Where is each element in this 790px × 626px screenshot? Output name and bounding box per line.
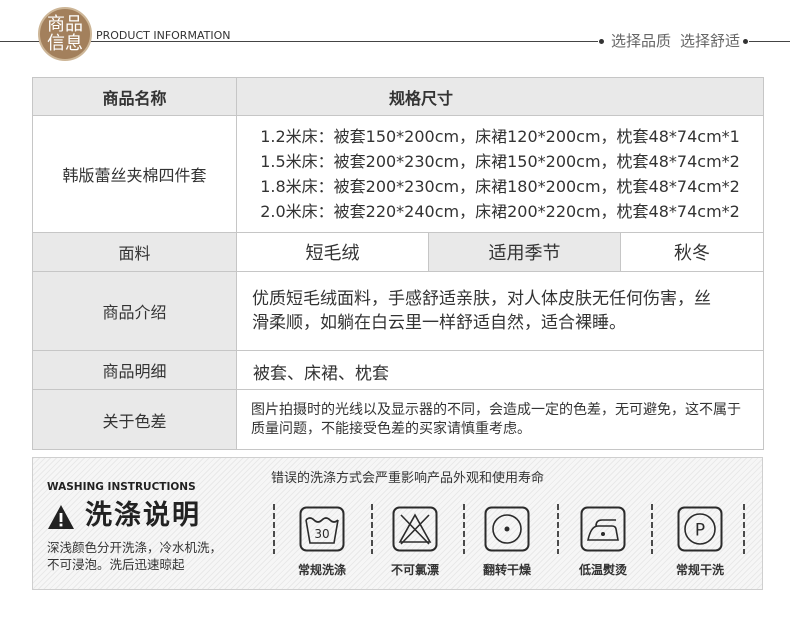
- symbol-divider: [557, 504, 559, 554]
- iron-low-temp-icon: [580, 506, 626, 552]
- washing-caution: 错误的洗涤方式会严重影响产品外观和使用寿命: [271, 471, 545, 486]
- tumble-dry-icon: [484, 506, 530, 552]
- intro-text: 优质短毛绒面料，手感舒适亲肤，对人体皮肤无任何伤害，丝滑柔顺，如躺在白云里一样舒…: [252, 289, 711, 333]
- dry-clean-letter: P: [695, 521, 705, 541]
- header-rule-right: [749, 41, 790, 42]
- dry-clean-icon: P: [677, 506, 723, 552]
- name-header: 商品名称: [32, 77, 237, 116]
- intro-cell: 优质短毛绒面料，手感舒适亲肤，对人体皮肤无任何伤害，丝滑柔顺，如躺在白云里一样舒…: [235, 271, 765, 351]
- fabric-label: 面料: [32, 232, 237, 272]
- care-symbol-label: 翻转干燥: [482, 563, 531, 577]
- size-line: 1.8米床：被套200*230cm，床裙180*200cm，枕套48*74cm*…: [260, 177, 740, 196]
- care-symbol-label: 不可氯漂: [390, 563, 439, 577]
- symbol-divider: [273, 504, 275, 554]
- care-symbol-dryclean: P 常规干洗: [660, 506, 740, 586]
- symbol-divider: [463, 504, 465, 554]
- wash-temperature: 30: [314, 527, 329, 541]
- care-symbol-label: 常规干洗: [675, 563, 724, 577]
- spec-header: 规格尺寸: [235, 77, 765, 116]
- care-symbol-wash: 30 常规洗涤: [282, 506, 362, 586]
- symbol-divider: [743, 504, 745, 554]
- size-line: 2.0米床：被套220*240cm，床裙200*220cm，枕套48*74cm*…: [260, 202, 740, 221]
- table-row-fabric: 面料 短毛绒 适用季节 秋冬: [32, 232, 765, 272]
- detail-label: 商品明细: [32, 350, 237, 390]
- slogan-dot-right: [743, 39, 748, 44]
- detail-cell: 被套、床裙、枕套: [235, 350, 765, 390]
- washing-title-en: WASHING INSTRUCTIONS: [47, 481, 196, 493]
- season-value: 秋冬: [619, 232, 765, 272]
- color-text: 图片拍摄时的光线以及显示器的不同，会造成一定的色差，无可避免，这不属于质量问题，…: [251, 401, 741, 437]
- table-row-intro: 商品介绍 优质短毛绒面料，手感舒适亲肤，对人体皮肤无任何伤害，丝滑柔顺，如躺在白…: [32, 271, 765, 351]
- color-cell: 图片拍摄时的光线以及显示器的不同，会造成一定的色差，无可避免，这不属于质量问题，…: [235, 389, 765, 450]
- badge-line-1: 商品: [47, 14, 83, 35]
- care-symbol-label: 常规洗涤: [297, 563, 346, 577]
- section-subtitle: PRODUCT INFORMATION: [96, 29, 231, 42]
- color-label: 关于色差: [32, 389, 237, 450]
- size-line: 1.2米床：被套150*200cm，床裙120*200cm，枕套48*74cm*…: [260, 127, 740, 146]
- wash-30-icon: 30: [299, 506, 345, 552]
- badge-line-2: 信息: [47, 33, 83, 54]
- table-header-row: 商品名称 规格尺寸: [32, 77, 765, 116]
- warning-triangle-icon: [48, 505, 74, 529]
- table-row-detail: 商品明细 被套、床裙、枕套: [32, 350, 765, 390]
- fabric-value: 短毛绒: [236, 232, 429, 272]
- slogan-quality: 选择品质: [611, 32, 672, 50]
- care-symbol-tumble: 翻转干燥: [467, 506, 547, 586]
- washing-note-line: 深浅颜色分开洗涤，冷水机洗，: [47, 540, 223, 555]
- washing-title-cn: 洗涤说明: [85, 500, 201, 531]
- care-symbol-iron: 低温熨烫: [563, 506, 643, 586]
- product-name: 韩版蕾丝夹棉四件套: [32, 115, 237, 233]
- washing-panel: WASHING INSTRUCTIONS 洗涤说明 深浅颜色分开洗涤，冷水机洗，…: [32, 457, 763, 590]
- detail-text: 被套、床裙、枕套: [253, 364, 389, 384]
- care-symbol-bleach: 不可氯漂: [375, 506, 455, 586]
- size-list: 1.2米床：被套150*200cm，床裙120*200cm，枕套48*74cm*…: [235, 115, 765, 233]
- product-info-badge: 商品 信息: [38, 7, 92, 61]
- intro-label: 商品介绍: [32, 271, 237, 351]
- season-label: 适用季节: [428, 232, 621, 272]
- slogan-dot-left: [599, 39, 604, 44]
- care-symbol-label: 低温熨烫: [578, 563, 627, 577]
- product-info-table: 商品名称 规格尺寸 韩版蕾丝夹棉四件套 1.2米床：被套150*200cm，床裙…: [32, 77, 765, 450]
- table-row-product: 韩版蕾丝夹棉四件套 1.2米床：被套150*200cm，床裙120*200cm，…: [32, 115, 765, 233]
- symbol-divider: [651, 504, 653, 554]
- washing-note-line: 不可浸泡。洗后迅速晾起: [47, 557, 185, 572]
- size-line: 1.5米床：被套200*230cm，床裙150*200cm，枕套48*74cm*…: [260, 152, 740, 171]
- no-bleach-icon: [392, 506, 438, 552]
- table-row-color: 关于色差 图片拍摄时的光线以及显示器的不同，会造成一定的色差，无可避免，这不属于…: [32, 389, 765, 450]
- slogan-comfort: 选择舒适: [680, 32, 741, 50]
- symbol-divider: [371, 504, 373, 554]
